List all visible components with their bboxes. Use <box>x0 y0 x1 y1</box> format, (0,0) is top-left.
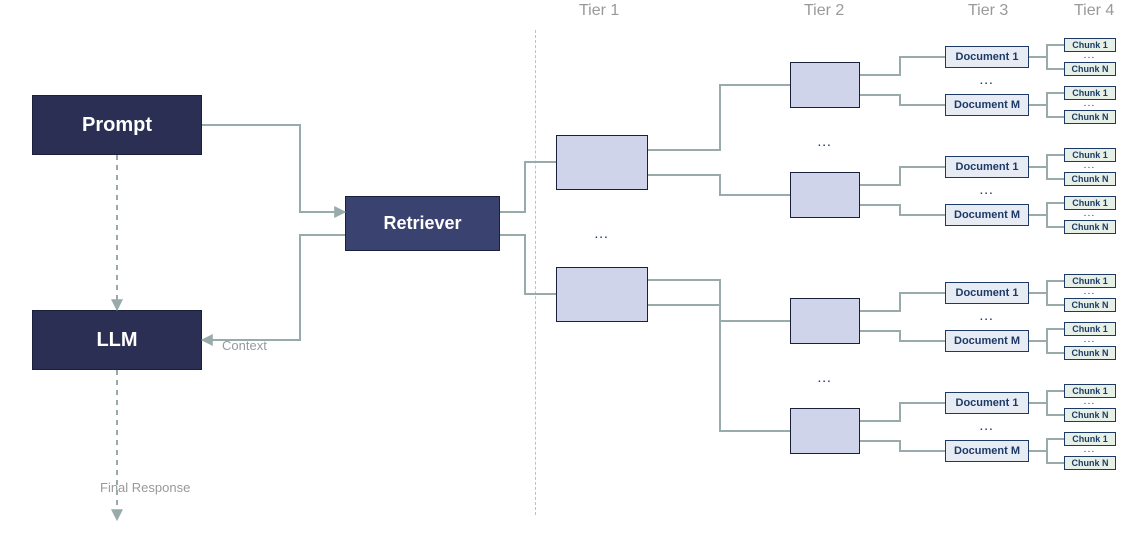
connectors <box>0 0 1134 535</box>
